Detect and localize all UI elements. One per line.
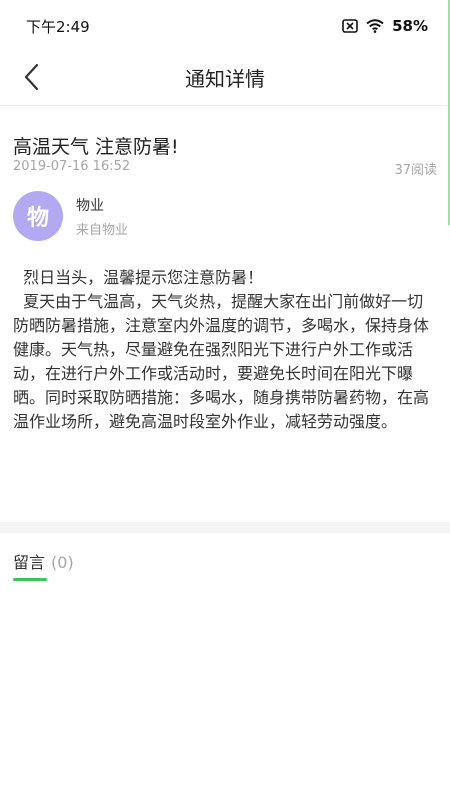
publisher-text: 物业 来自物业: [76, 195, 128, 238]
publisher-name: 物业: [76, 197, 104, 214]
tab-active-indicator: [13, 578, 47, 581]
tab-comments[interactable]: 留言 (0): [13, 549, 74, 573]
avatar: 物: [13, 191, 63, 241]
article-paragraph: 烈日当头，温馨提示您注意防暑！: [13, 268, 264, 287]
article-meta: 2019-07-16 16:52 37阅读: [13, 159, 437, 178]
battery-level: 58%: [392, 17, 428, 35]
section-divider: [0, 522, 450, 533]
read-count: 37阅读: [394, 163, 437, 178]
article-body: 烈日当头，温馨提示您注意防暑！ 夏天由于气温高，天气炎热，提醒大家在出门前做好一…: [13, 266, 437, 434]
comments-label: 留言: [13, 553, 46, 572]
article-paragraph: 夏天由于气温高，天气炎热，提醒大家在出门前做好一切防晒防暑措施，注意室内外温度的…: [13, 292, 430, 431]
status-bar: 下午2:49 58%: [0, 0, 450, 52]
publisher-source: 来自物业: [76, 222, 129, 238]
status-time: 下午2:49: [26, 17, 90, 36]
notification-off-icon: [342, 19, 358, 33]
status-icons: 58%: [342, 17, 428, 35]
back-button[interactable]: [12, 59, 52, 99]
article-title: 高温天气 注意防暑!: [13, 136, 179, 158]
comments-count: (0): [51, 553, 74, 572]
chevron-left-icon: [22, 63, 42, 95]
publisher-info: 物 物业 来自物业: [13, 191, 128, 241]
wifi-icon: [366, 19, 384, 33]
page-title: 通知详情: [185, 67, 265, 91]
article-date: 2019-07-16 16:52: [13, 159, 131, 174]
nav-bar: 通知详情: [0, 52, 450, 106]
